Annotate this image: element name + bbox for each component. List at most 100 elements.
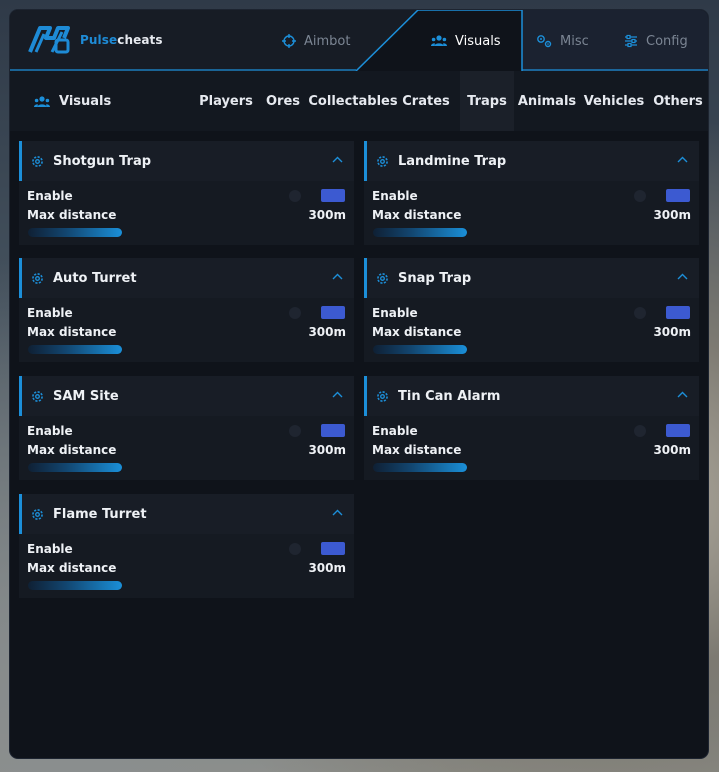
brand-part2: cheats <box>117 33 163 47</box>
card-title: Tin Can Alarm <box>398 389 501 404</box>
max-distance-slider[interactable] <box>28 345 122 354</box>
crosshair-icon <box>282 34 296 48</box>
trap-card-sam-site: SAM Site Enable Max distance 300m <box>19 376 354 480</box>
tab-misc[interactable]: Misc <box>536 31 589 51</box>
max-distance-value: 300m <box>308 561 346 575</box>
gear-icon <box>32 156 43 167</box>
brand-part1: Pulse <box>80 33 118 47</box>
subtab-players[interactable]: Players <box>196 71 256 131</box>
max-distance-value: 300m <box>653 208 691 222</box>
logo-icon <box>28 26 70 54</box>
enable-toggle-knob[interactable] <box>289 307 301 319</box>
subtab-ores[interactable]: Ores <box>262 71 304 131</box>
enable-toggle-knob[interactable] <box>289 543 301 555</box>
chevron-up-icon[interactable] <box>677 391 688 398</box>
max-distance-label: Max distance <box>372 325 462 339</box>
tab-misc-label: Misc <box>560 33 589 49</box>
max-distance-value: 300m <box>653 443 691 457</box>
subtab-others[interactable]: Others <box>653 71 703 131</box>
enable-checkbox[interactable] <box>666 424 690 437</box>
max-distance-label: Max distance <box>27 443 117 457</box>
chevron-up-icon[interactable] <box>677 156 688 163</box>
max-distance-slider[interactable] <box>28 228 122 237</box>
top-header: Pulsecheats Aimbot Visuals Misc Config <box>10 10 708 71</box>
max-distance-slider[interactable] <box>373 463 467 472</box>
enable-label: Enable <box>372 306 418 320</box>
gear-icon <box>32 391 43 402</box>
enable-checkbox[interactable] <box>666 306 690 319</box>
trap-card-snap-trap: Snap Trap Enable Max distance 300m <box>364 258 699 362</box>
users-icon <box>34 95 50 107</box>
chevron-up-icon[interactable] <box>332 509 343 516</box>
section-title: Visuals <box>34 94 111 109</box>
max-distance-label: Max distance <box>27 208 117 222</box>
gears-icon <box>537 35 552 48</box>
enable-checkbox[interactable] <box>321 306 345 319</box>
enable-label: Enable <box>27 189 73 203</box>
card-title: Landmine Trap <box>398 154 507 169</box>
max-distance-value: 300m <box>653 325 691 339</box>
card-header[interactable]: Flame Turret <box>19 494 354 534</box>
enable-checkbox[interactable] <box>321 424 345 437</box>
card-title: Snap Trap <box>398 271 472 286</box>
enable-toggle-knob[interactable] <box>634 307 646 319</box>
subtab-collectables[interactable]: Collectables <box>308 71 397 131</box>
trap-card-flame-turret: Flame Turret Enable Max distance 300m <box>19 494 354 598</box>
subtab-animals[interactable]: Animals <box>518 71 576 131</box>
tab-aimbot[interactable]: Aimbot <box>282 31 350 51</box>
enable-label: Enable <box>372 189 418 203</box>
max-distance-value: 300m <box>308 208 346 222</box>
tab-config[interactable]: Config <box>624 31 688 51</box>
enable-checkbox[interactable] <box>666 189 690 202</box>
card-header[interactable]: Auto Turret <box>19 258 354 298</box>
enable-toggle-knob[interactable] <box>634 425 646 437</box>
enable-label: Enable <box>27 542 73 556</box>
max-distance-value: 300m <box>308 443 346 457</box>
users-icon <box>431 35 447 46</box>
enable-label: Enable <box>27 306 73 320</box>
gear-icon <box>377 273 388 284</box>
card-title: Auto Turret <box>53 271 137 286</box>
tab-visuals-label: Visuals <box>455 33 501 49</box>
trap-card-auto-turret: Auto Turret Enable Max distance 300m <box>19 258 354 362</box>
chevron-up-icon[interactable] <box>332 156 343 163</box>
tab-visuals[interactable]: Visuals <box>431 31 501 51</box>
enable-checkbox[interactable] <box>321 189 345 202</box>
card-header[interactable]: Landmine Trap <box>364 141 699 181</box>
card-title: Shotgun Trap <box>53 154 152 169</box>
menu-window: Pulsecheats Aimbot Visuals Misc Config V… <box>10 10 708 758</box>
gear-icon <box>377 156 388 167</box>
enable-checkbox[interactable] <box>321 542 345 555</box>
max-distance-slider[interactable] <box>28 581 122 590</box>
enable-label: Enable <box>27 424 73 438</box>
enable-label: Enable <box>372 424 418 438</box>
card-header[interactable]: Tin Can Alarm <box>364 376 699 416</box>
gear-icon <box>32 509 43 520</box>
chevron-up-icon[interactable] <box>332 391 343 398</box>
max-distance-slider[interactable] <box>373 228 467 237</box>
subtab-vehicles[interactable]: Vehicles <box>584 71 645 131</box>
enable-toggle-knob[interactable] <box>289 190 301 202</box>
max-distance-label: Max distance <box>27 325 117 339</box>
card-header[interactable]: Snap Trap <box>364 258 699 298</box>
trap-card-landmine: Landmine Trap Enable Max distance 300m <box>364 141 699 245</box>
tab-aimbot-label: Aimbot <box>304 33 351 49</box>
card-header[interactable]: Shotgun Trap <box>19 141 354 181</box>
sliders-icon <box>625 34 637 48</box>
max-distance-label: Max distance <box>372 208 462 222</box>
sub-navigation: Visuals Players Ores Collectables Crates… <box>10 71 708 131</box>
subtab-traps[interactable]: Traps <box>460 71 514 131</box>
enable-toggle-knob[interactable] <box>634 190 646 202</box>
card-header[interactable]: SAM Site <box>19 376 354 416</box>
max-distance-label: Max distance <box>372 443 462 457</box>
max-distance-label: Max distance <box>27 561 117 575</box>
max-distance-value: 300m <box>308 325 346 339</box>
chevron-up-icon[interactable] <box>677 273 688 280</box>
max-distance-slider[interactable] <box>373 345 467 354</box>
chevron-up-icon[interactable] <box>332 273 343 280</box>
card-title: SAM Site <box>53 389 119 404</box>
max-distance-slider[interactable] <box>28 463 122 472</box>
subtab-crates[interactable]: Crates <box>402 71 450 131</box>
enable-toggle-knob[interactable] <box>289 425 301 437</box>
gear-icon <box>377 391 388 402</box>
